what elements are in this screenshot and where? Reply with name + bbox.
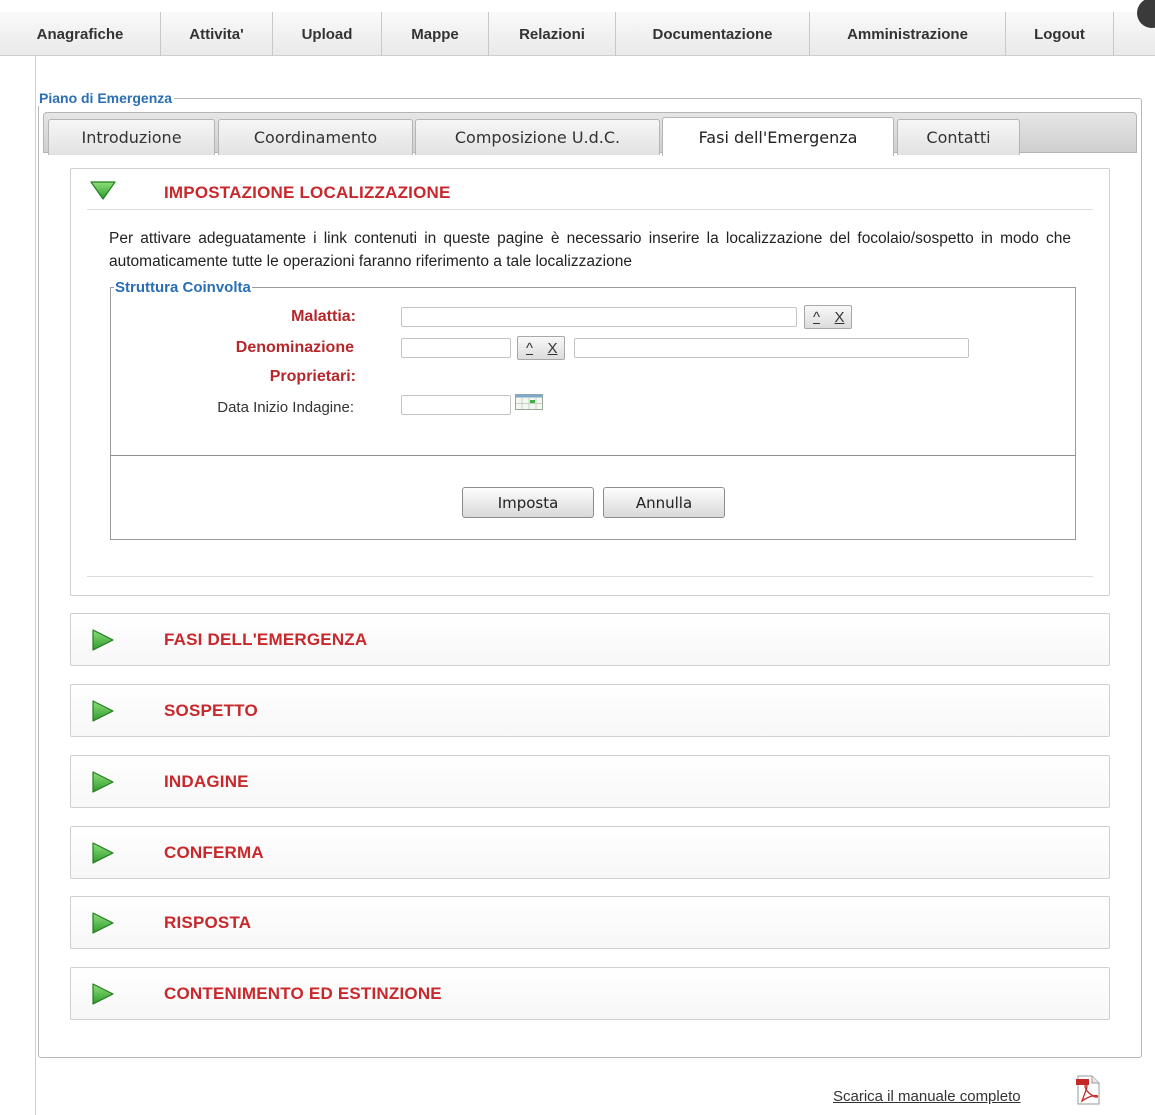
tab-introduzione[interactable]: Introduzione — [48, 119, 215, 155]
triangle-right-icon — [92, 983, 114, 1005]
panel-title: CONTENIMENTO ED ESTINZIONE — [164, 984, 442, 1003]
calendar-icon[interactable] — [515, 394, 543, 410]
panel-sospetto: SOSPETTO — [70, 684, 1110, 737]
divider — [87, 209, 1093, 210]
intro-paragraph: Per attivare adeguatamente i link conten… — [109, 230, 1071, 270]
data-inizio-indagine-label: Data Inizio Indagine: — [217, 399, 354, 416]
annulla-button[interactable]: Annulla — [603, 487, 725, 518]
top-navigation: Anagrafiche Attivita' Upload Mappe Relaz… — [0, 0, 1155, 56]
panel-title: CONFERMA — [164, 843, 264, 862]
malattia-label: Malattia: — [291, 308, 356, 325]
download-manual-link[interactable]: Scarica il manuale completo — [833, 1088, 1021, 1105]
struttura-coinvolta-legend: Struttura Coinvolta — [114, 279, 252, 296]
panel-title: INDAGINE — [164, 772, 249, 791]
panel-header-localizzazione[interactable]: IMPOSTAZIONE LOCALIZZAZIONE — [71, 169, 1109, 211]
panel-impostazione-localizzazione: IMPOSTAZIONE LOCALIZZAZIONE Per attivare… — [70, 168, 1110, 596]
nav-logout[interactable]: Logout — [1006, 12, 1114, 56]
imposta-button[interactable]: Imposta — [462, 487, 594, 518]
tab-fasi-emergenza[interactable]: Fasi dell'Emergenza — [662, 117, 894, 156]
tab-contatti[interactable]: Contatti — [897, 119, 1020, 155]
denominazione-name-input[interactable] — [574, 338, 969, 358]
nav-attivita[interactable]: Attivita' — [161, 12, 273, 56]
denominazione-code-input[interactable] — [401, 338, 511, 358]
panel-header-conferma[interactable]: CONFERMA — [71, 827, 1109, 879]
tab-composizione-udc[interactable]: Composizione U.d.C. — [415, 119, 660, 155]
panel-header-sospetto[interactable]: SOSPETTO — [71, 685, 1109, 737]
button-separator — [111, 455, 1075, 456]
panel-header-contenimento-estinzione[interactable]: CONTENIMENTO ED ESTINZIONE — [71, 968, 1109, 1020]
panel-header-risposta[interactable]: RISPOSTA — [71, 897, 1109, 949]
denominazione-open-button[interactable]: ^ — [518, 337, 541, 359]
triangle-right-icon — [92, 629, 114, 651]
divider — [87, 576, 1093, 577]
panel-title: FASI DELL'EMERGENZA — [164, 630, 368, 649]
malattia-clear-button[interactable]: X — [828, 306, 851, 328]
tab-bar: Introduzione Coordinamento Composizione … — [43, 112, 1137, 156]
nav-anagrafiche[interactable]: Anagrafiche — [0, 12, 161, 56]
nav-documentazione[interactable]: Documentazione — [616, 12, 810, 56]
triangle-right-icon — [92, 771, 114, 793]
nav-upload[interactable]: Upload — [273, 12, 382, 56]
denominazione-clear-button[interactable]: X — [541, 337, 564, 359]
panel-header-indagine[interactable]: INDAGINE — [71, 756, 1109, 808]
nav-amministrazione[interactable]: Amministrazione — [810, 12, 1006, 56]
proprietari-label: Proprietari: — [269, 368, 356, 385]
panel-fasi-emergenza: FASI DELL'EMERGENZA — [70, 613, 1110, 666]
triangle-right-icon — [92, 842, 114, 864]
panel-title: SOSPETTO — [164, 701, 258, 720]
triangle-down-icon — [90, 181, 116, 200]
nav-mappe[interactable]: Mappe — [382, 12, 489, 56]
pdf-icon[interactable] — [1075, 1075, 1101, 1105]
tab-coordinamento[interactable]: Coordinamento — [218, 119, 413, 155]
nav-relazioni[interactable]: Relazioni — [489, 12, 616, 56]
emergency-plan-legend: Piano di Emergenza — [37, 90, 175, 106]
panel-header-fasi-emergenza[interactable]: FASI DELL'EMERGENZA — [71, 614, 1109, 666]
triangle-right-icon — [92, 912, 114, 934]
denominazione-lookup-buttons: ^ X — [517, 336, 565, 360]
panel-conferma: CONFERMA — [70, 826, 1110, 879]
malattia-input[interactable] — [401, 307, 797, 327]
corner-badge — [1137, 0, 1155, 28]
malattia-open-button[interactable]: ^ — [805, 306, 828, 328]
panel-risposta: RISPOSTA — [70, 896, 1110, 949]
panel-contenimento-estinzione: CONTENIMENTO ED ESTINZIONE — [70, 967, 1110, 1020]
left-divider — [35, 56, 36, 1115]
malattia-lookup-buttons: ^ X — [804, 305, 852, 329]
panel-title: IMPOSTAZIONE LOCALIZZAZIONE — [164, 183, 451, 202]
struttura-coinvolta-fieldset: Malattia: ^ X Denominazione ^ X Propriet… — [110, 287, 1076, 540]
data-inizio-indagine-input[interactable] — [401, 395, 511, 415]
triangle-right-icon — [92, 700, 114, 722]
panel-title: RISPOSTA — [164, 913, 252, 932]
denominazione-label: Denominazione — [235, 339, 354, 356]
panel-indagine: INDAGINE — [70, 755, 1110, 808]
